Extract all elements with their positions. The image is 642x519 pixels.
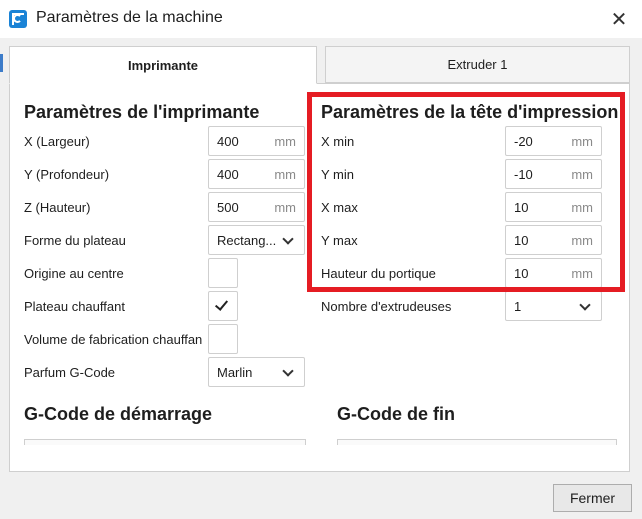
printer-settings-title: Paramètres de l'imprimante: [24, 102, 260, 122]
x-width-label: X (Largeur): [24, 134, 90, 149]
y-max-label: Y max: [321, 233, 358, 248]
title-bar: Paramètres de la machine ✕: [0, 0, 642, 38]
y-min-label: Y min: [321, 167, 354, 182]
x-min-input[interactable]: -20 mm: [505, 126, 602, 156]
y-min-unit: mm: [571, 167, 593, 182]
bed-shape-label: Forme du plateau: [24, 233, 126, 248]
window-close-icon[interactable]: ✕: [596, 0, 642, 38]
y-max-value: 10: [514, 233, 529, 248]
y-min-value: -10: [514, 167, 533, 182]
close-button[interactable]: Fermer: [553, 484, 632, 512]
end-gcode-editor[interactable]: [337, 439, 617, 445]
gcode-flavor-value: Marlin: [217, 365, 253, 380]
bed-shape-value: Rectang...: [217, 233, 277, 248]
x-min-value: -20: [514, 134, 533, 149]
extruder-count-label: Nombre d'extrudeuses: [321, 299, 452, 314]
checkmark-icon: [214, 297, 229, 311]
end-gcode-title: G-Code de fin: [337, 404, 455, 424]
x-max-input[interactable]: 10 mm: [505, 192, 602, 222]
heated-bed-checkbox[interactable]: [208, 291, 238, 321]
chevron-down-icon: [282, 365, 294, 377]
chevron-down-icon: [282, 233, 294, 245]
bed-shape-select[interactable]: Rectang...: [208, 225, 305, 255]
tab-extruder-1[interactable]: Extruder 1: [325, 46, 630, 83]
heated-volume-checkbox[interactable]: [208, 324, 238, 354]
z-height-value: 500: [217, 200, 239, 215]
x-max-unit: mm: [571, 200, 593, 215]
start-gcode-editor[interactable]: [24, 439, 306, 445]
y-depth-input[interactable]: 400 mm: [208, 159, 305, 189]
heated-volume-label: Volume de fabrication chauffan: [24, 332, 203, 347]
extruder-count-value: 1: [514, 299, 522, 314]
y-depth-value: 400: [217, 167, 239, 182]
gcode-flavor-label: Parfum G-Code: [24, 365, 116, 380]
gantry-height-value: 10: [514, 266, 529, 281]
window-title: Paramètres de la machine: [36, 9, 223, 26]
gantry-height-unit: mm: [571, 266, 593, 281]
x-width-value: 400: [217, 134, 239, 149]
extruder-count-select[interactable]: 1: [505, 291, 602, 321]
x-min-unit: mm: [571, 134, 593, 149]
y-depth-unit: mm: [274, 167, 296, 182]
start-gcode-title: G-Code de démarrage: [24, 404, 213, 424]
tab-imprimante[interactable]: Imprimante: [9, 46, 317, 84]
origin-center-label: Origine au centre: [24, 266, 124, 281]
z-height-label: Z (Hauteur): [24, 200, 91, 215]
window-edge-accent: [0, 54, 3, 72]
printhead-settings-title: Paramètres de la tête d'impression: [321, 102, 619, 122]
gcode-flavor-select[interactable]: Marlin: [208, 357, 305, 387]
cura-app-icon: [9, 10, 27, 28]
y-depth-label: Y (Profondeur): [24, 167, 110, 182]
x-max-label: X max: [321, 200, 358, 215]
y-max-unit: mm: [571, 233, 593, 248]
x-width-input[interactable]: 400 mm: [208, 126, 305, 156]
x-width-unit: mm: [274, 134, 296, 149]
x-max-value: 10: [514, 200, 529, 215]
origin-center-checkbox[interactable]: [208, 258, 238, 288]
y-max-input[interactable]: 10 mm: [505, 225, 602, 255]
chevron-down-icon: [579, 299, 591, 311]
gantry-height-label: Hauteur du portique: [321, 266, 436, 281]
y-min-input[interactable]: -10 mm: [505, 159, 602, 189]
z-height-unit: mm: [274, 200, 296, 215]
heated-bed-label: Plateau chauffant: [24, 299, 125, 314]
x-min-label: X min: [321, 134, 355, 149]
gantry-height-input[interactable]: 10 mm: [505, 258, 602, 288]
z-height-input[interactable]: 500 mm: [208, 192, 305, 222]
